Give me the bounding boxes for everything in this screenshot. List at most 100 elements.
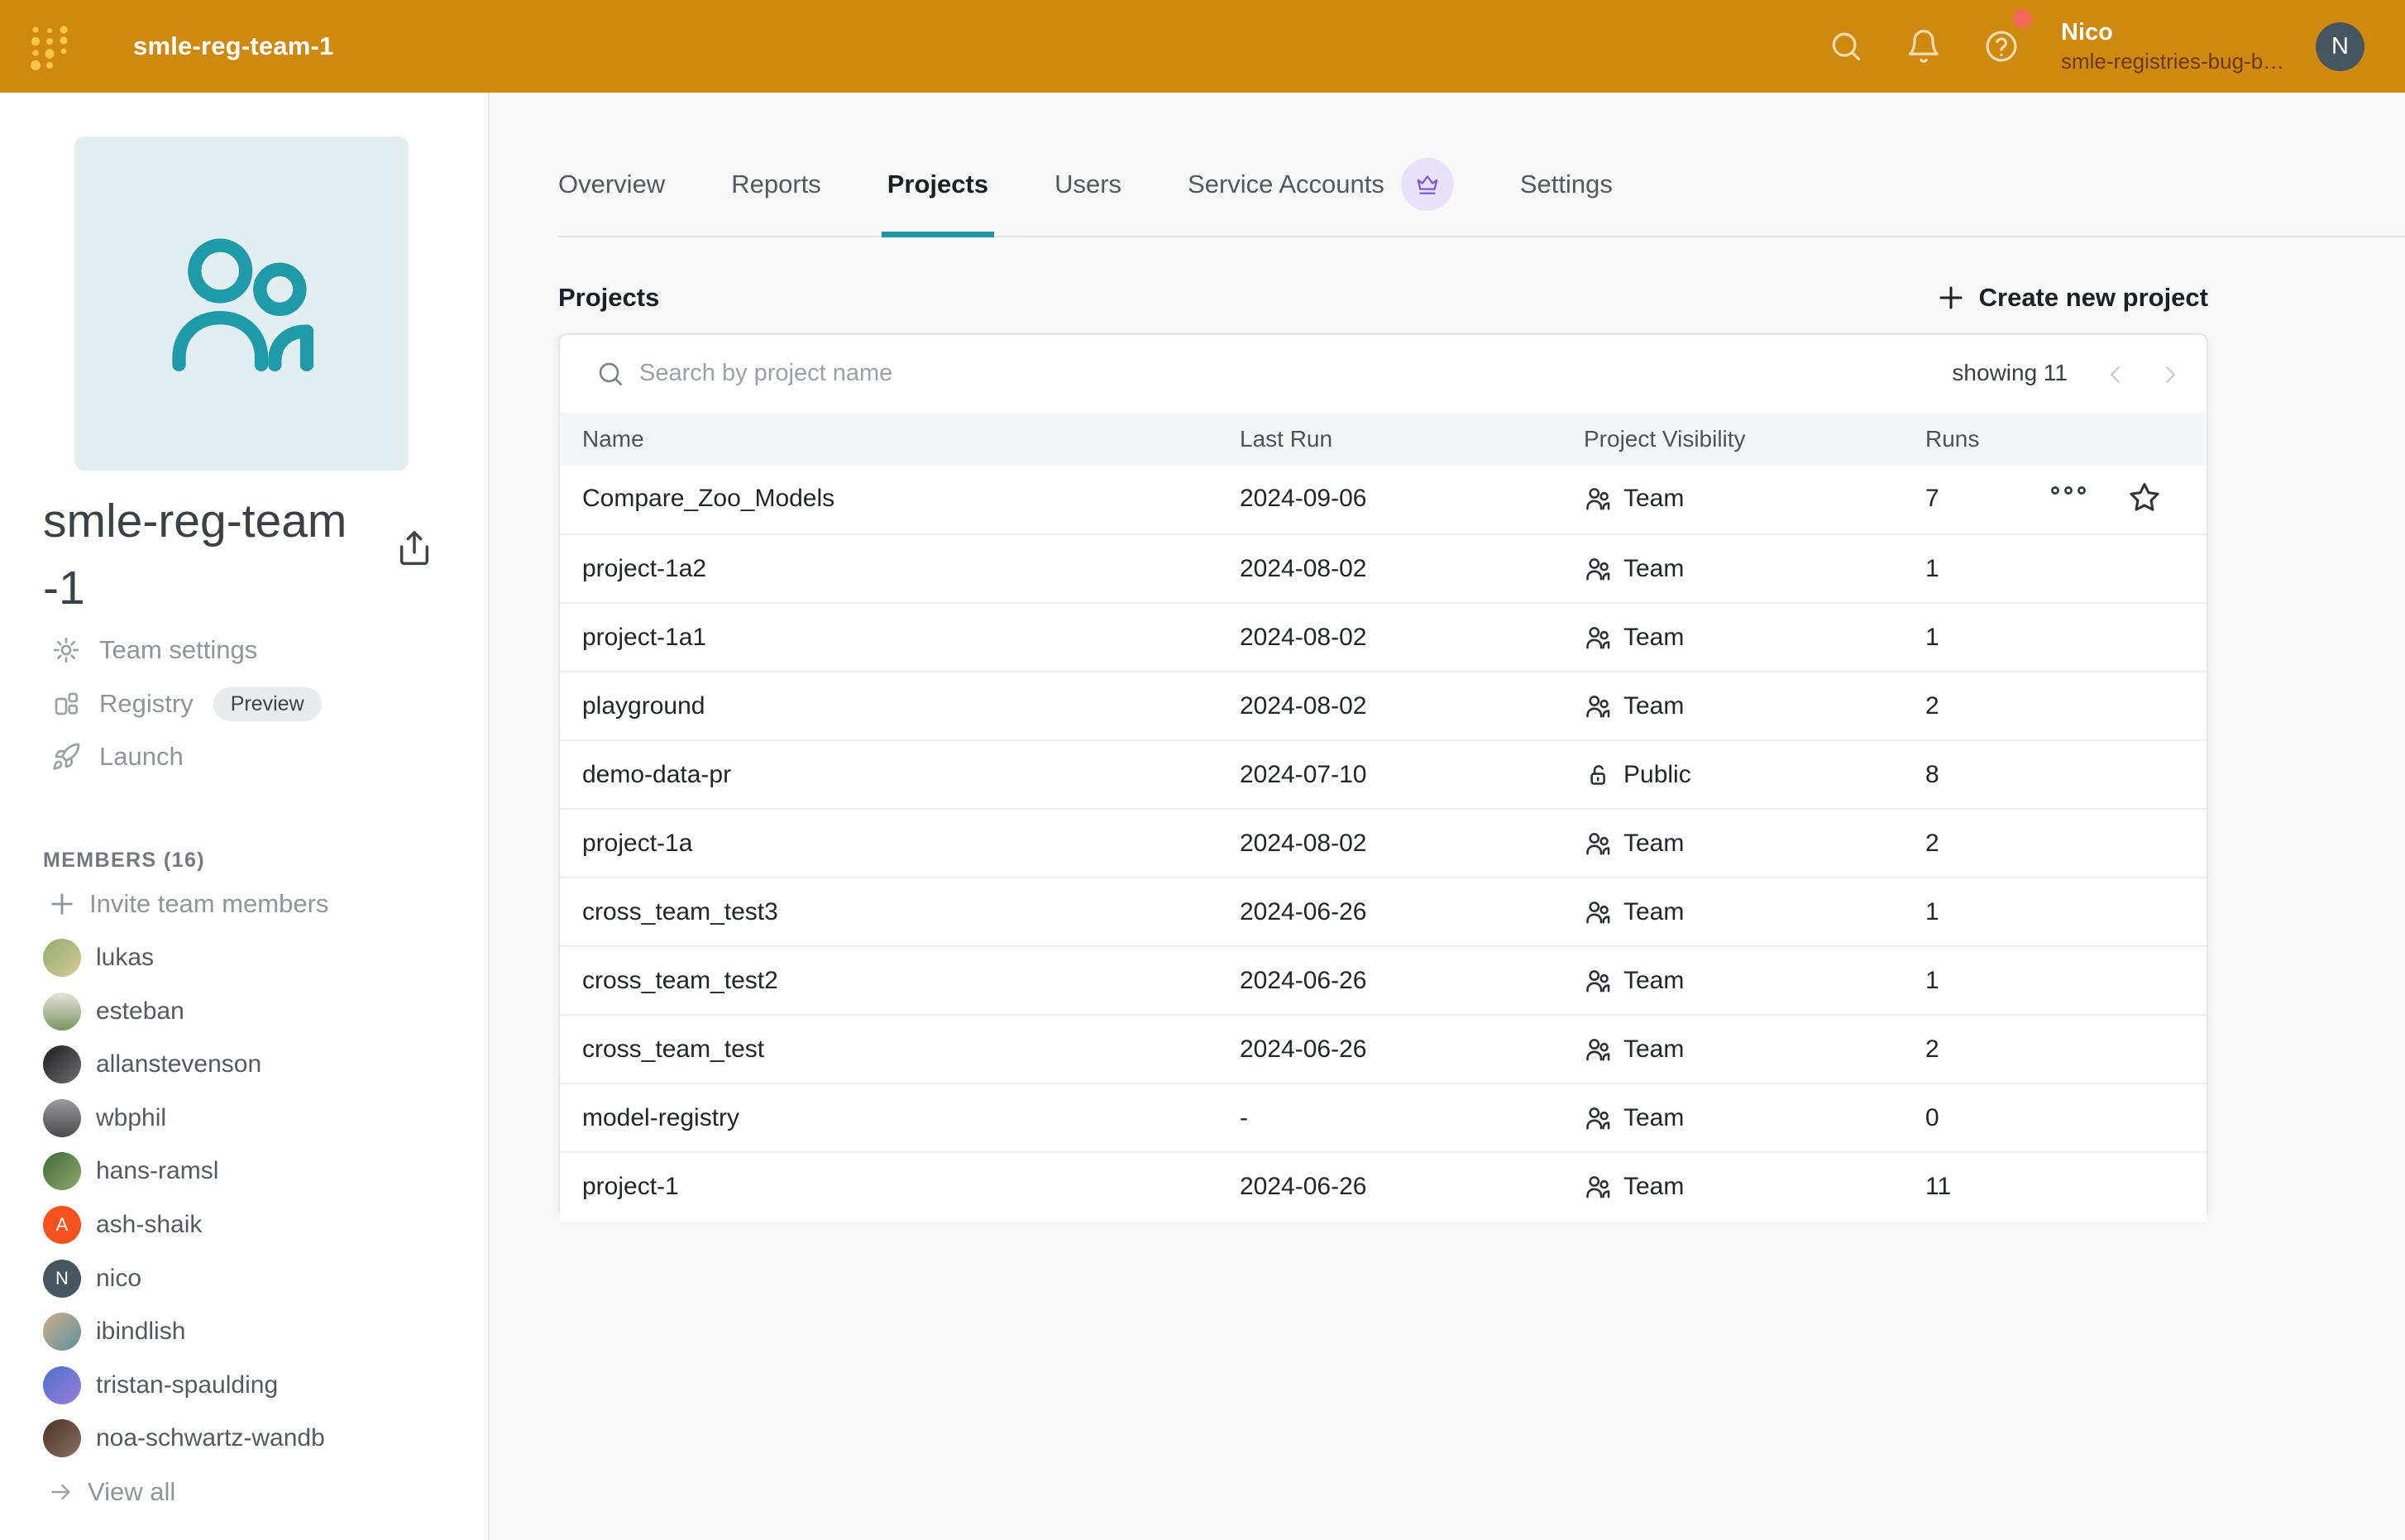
- favorite-star-icon[interactable]: [2125, 479, 2164, 517]
- team-icon: [1584, 1173, 1612, 1201]
- visibility-label: Public: [1623, 761, 1691, 789]
- last-run-cell: 2024-08-02: [1240, 810, 1366, 877]
- member-ibindlish[interactable]: ibindlish: [43, 1308, 185, 1356]
- avatar-initial: A: [56, 1214, 69, 1236]
- invite-team-members-button[interactable]: Invite team members: [48, 882, 328, 925]
- table-row[interactable]: Compare_Zoo_Models 2024-09-06 Team 7: [560, 465, 2207, 533]
- last-run-cell: 2024-07-10: [1240, 741, 1366, 808]
- runs-cell: 1: [1925, 878, 1939, 945]
- team-icon: [1584, 485, 1612, 513]
- member-tristan-spaulding[interactable]: tristan-spaulding: [43, 1361, 278, 1409]
- last-run-cell: 2024-09-06: [1240, 465, 1366, 532]
- member-ash-shaik[interactable]: A ash-shaik: [43, 1201, 202, 1249]
- tab-label: Reports: [731, 170, 821, 199]
- visibility-label: Team: [1623, 555, 1684, 583]
- table-row[interactable]: model-registry - Team 0: [560, 1083, 2207, 1153]
- table-row[interactable]: project-1a1 2024-08-02 Team 1: [560, 602, 2207, 672]
- member-name: wbphil: [96, 1104, 166, 1132]
- team-title: smle-reg-team -1: [43, 488, 399, 622]
- sidebar-link-launch[interactable]: Launch: [51, 735, 184, 778]
- invite-label: Invite team members: [89, 889, 328, 919]
- project-name-cell[interactable]: project-1a2: [582, 535, 706, 602]
- runs-cell: 1: [1925, 535, 1939, 602]
- member-name: ibindlish: [96, 1318, 185, 1346]
- sidebar-link-team-settings[interactable]: Team settings: [51, 629, 257, 672]
- tab-settings[interactable]: Settings: [1520, 93, 1613, 236]
- tab-reports[interactable]: Reports: [731, 93, 821, 236]
- member-allanstevenson[interactable]: allanstevenson: [43, 1040, 261, 1088]
- member-noa-schwartz-wandb[interactable]: noa-schwartz-wandb: [43, 1414, 325, 1462]
- member-nico[interactable]: N nico: [43, 1255, 141, 1303]
- member-avatar: [43, 992, 81, 1031]
- project-name-cell[interactable]: playground: [582, 672, 705, 739]
- table-header: Name Last Run Project Visibility Runs: [560, 413, 2207, 465]
- more-options-icon[interactable]: [2050, 481, 2087, 517]
- runs-cell: 2: [1925, 1016, 1939, 1083]
- last-run-cell: 2024-08-02: [1240, 535, 1366, 602]
- project-name-cell[interactable]: project-1a1: [582, 604, 706, 671]
- search-icon[interactable]: [1828, 28, 1864, 65]
- tab-service-accounts[interactable]: Service Accounts: [1188, 93, 1454, 236]
- member-hans-ramsl[interactable]: hans-ramsl: [43, 1147, 218, 1195]
- table-row[interactable]: demo-data-pr 2024-07-10 Public 8: [560, 739, 2207, 810]
- project-name-cell[interactable]: project-1: [582, 1153, 679, 1220]
- member-name: lukas: [96, 944, 154, 972]
- visibility-label: Team: [1623, 830, 1684, 858]
- search-input[interactable]: [639, 335, 1880, 411]
- project-name-cell[interactable]: demo-data-pr: [582, 741, 731, 808]
- sidebar-link-registry[interactable]: Registry Preview: [51, 682, 322, 725]
- projects-card: showing 11 Name Last Run Project Visibil…: [558, 333, 2208, 1218]
- bell-icon[interactable]: [1905, 28, 1942, 65]
- project-name-cell[interactable]: model-registry: [582, 1084, 739, 1151]
- table-row[interactable]: project-1a 2024-08-02 Team 2: [560, 808, 2207, 878]
- member-lukas[interactable]: lukas: [43, 934, 154, 982]
- project-name-cell[interactable]: project-1a: [582, 810, 692, 877]
- last-run-cell: -: [1240, 1084, 1248, 1151]
- row-actions: [2025, 465, 2207, 532]
- team-icon: [1584, 624, 1612, 652]
- member-avatar: [43, 1366, 81, 1404]
- view-all-members-link[interactable]: View all: [48, 1471, 175, 1514]
- apps-grid-icon[interactable]: [28, 24, 71, 70]
- view-all-label: View all: [88, 1477, 175, 1507]
- create-new-project-button[interactable]: Create new project: [1936, 283, 2208, 313]
- member-avatar: [43, 1099, 81, 1137]
- chevron-right-icon[interactable]: [2152, 356, 2188, 393]
- tab-bar: Overview Reports Projects Users Service …: [558, 93, 2405, 237]
- runs-cell: 11: [1925, 1153, 1951, 1220]
- share-icon[interactable]: [395, 529, 433, 567]
- tab-projects[interactable]: Projects: [887, 93, 988, 236]
- tab-overview[interactable]: Overview: [558, 93, 665, 236]
- chevron-left-icon[interactable]: [2097, 356, 2134, 393]
- table-row[interactable]: playground 2024-08-02 Team 2: [560, 671, 2207, 741]
- member-esteban[interactable]: esteban: [43, 988, 184, 1035]
- project-name-cell[interactable]: cross_team_test2: [582, 947, 778, 1014]
- project-name-cell[interactable]: Compare_Zoo_Models: [582, 465, 834, 532]
- help-icon[interactable]: [1983, 28, 2020, 65]
- table-row[interactable]: project-1a2 2024-08-02 Team 1: [560, 533, 2207, 604]
- visibility-cell: Team: [1584, 878, 1684, 945]
- member-name: hans-ramsl: [96, 1157, 218, 1185]
- table-row[interactable]: cross_team_test3 2024-06-26 Team 1: [560, 877, 2207, 947]
- crown-badge-icon: [1401, 158, 1454, 211]
- project-name-cell[interactable]: cross_team_test: [582, 1016, 764, 1083]
- table-row[interactable]: cross_team_test2 2024-06-26 Team 1: [560, 945, 2207, 1016]
- table-row[interactable]: cross_team_test 2024-06-26 Team 2: [560, 1014, 2207, 1084]
- user-menu[interactable]: Nico smle-registries-bug-b…: [2061, 0, 2284, 93]
- table-row[interactable]: project-1 2024-06-26 Team 11: [560, 1151, 2207, 1222]
- last-run-cell: 2024-06-26: [1240, 947, 1366, 1014]
- team-avatar: [74, 136, 409, 471]
- runs-cell: 7: [1925, 465, 1939, 532]
- project-name-cell[interactable]: cross_team_test3: [582, 878, 778, 945]
- tab-users[interactable]: Users: [1054, 93, 1121, 236]
- team-title-line1: smle-reg-team: [43, 488, 399, 555]
- rocket-icon: [51, 742, 81, 772]
- member-wbphil[interactable]: wbphil: [43, 1094, 166, 1142]
- member-avatar: A: [43, 1206, 81, 1244]
- team-sidebar: smle-reg-team -1 Team settings Registry …: [0, 93, 490, 1540]
- user-avatar[interactable]: N: [2316, 22, 2364, 71]
- visibility-label: Team: [1623, 485, 1684, 513]
- runs-cell: 1: [1925, 604, 1939, 671]
- tab-label: Overview: [558, 170, 665, 199]
- plus-icon: [1936, 283, 1966, 313]
